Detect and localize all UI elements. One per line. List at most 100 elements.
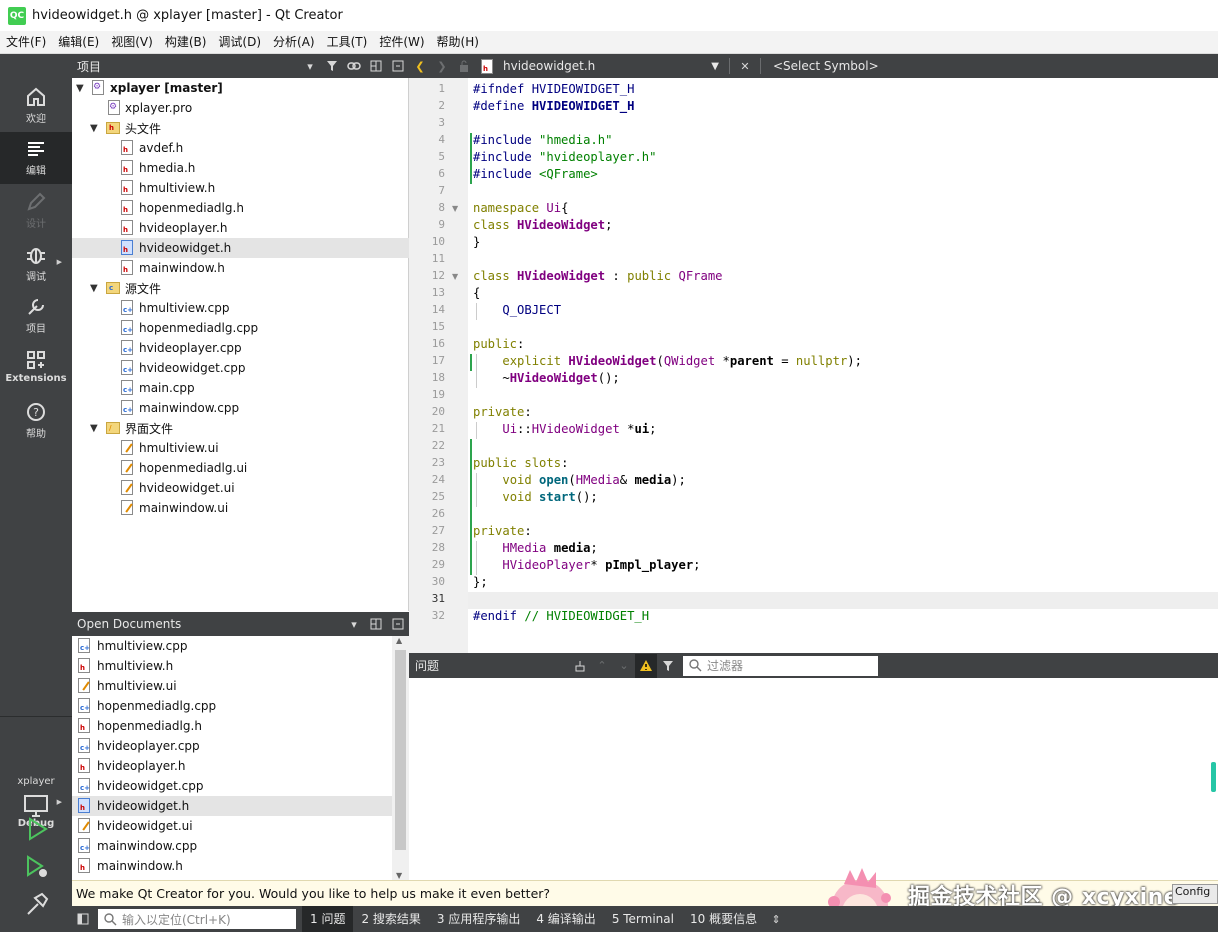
tree-item-project[interactable]: ▼ xplayer [master] [72, 78, 409, 98]
mode-design[interactable]: 设计 [0, 185, 72, 237]
tree-item-file[interactable]: h hmedia.h [72, 158, 409, 178]
project-pane-title[interactable]: 项目 [72, 58, 299, 75]
output-tab-terminal[interactable]: 5 Terminal [604, 906, 682, 932]
next-item-icon[interactable]: ⌄ [613, 654, 635, 678]
tree-item-file[interactable]: c+ mainwindow.cpp [72, 398, 409, 418]
symbol-selector[interactable]: <Select Symbol> [765, 59, 879, 73]
menu-edit[interactable]: 编辑(E) [52, 31, 105, 54]
tree-item-file[interactable]: hopenmediadlg.ui [72, 458, 409, 478]
split-icon[interactable] [365, 612, 387, 636]
filter-icon[interactable] [657, 654, 679, 678]
line-number: 12 [431, 269, 445, 282]
tree-item-file[interactable]: h hmultiview.h [72, 178, 409, 198]
lock-icon [453, 54, 475, 78]
mode-welcome[interactable]: 欢迎 [0, 80, 72, 132]
open-document-item[interactable]: h hmultiview.h [72, 656, 392, 676]
previous-item-icon[interactable]: ⌃ [591, 654, 613, 678]
open-document-item[interactable]: c+ hopenmediadlg.cpp [72, 696, 392, 716]
back-arrow-icon[interactable]: ❮ [409, 54, 431, 78]
open-document-item[interactable]: h mainwindow.h [72, 856, 392, 876]
output-tab-compile-output[interactable]: 4 编译输出 [528, 906, 603, 932]
tree-item-file[interactable]: c+ hmultiview.cpp [72, 298, 409, 318]
tree-item-file[interactable]: hvideowidget.ui [72, 478, 409, 498]
open-document-item[interactable]: c+ hmultiview.cpp [72, 636, 392, 656]
tree-item-file[interactable]: h mainwindow.h [72, 258, 409, 278]
tree-item-folder[interactable]: ▼ / 界面文件 [72, 418, 409, 438]
open-documents-title[interactable]: Open Documents [72, 617, 343, 631]
tree-item-folder[interactable]: ▼ h 头文件 [72, 118, 409, 138]
output-tab-application-output[interactable]: 3 应用程序输出 [429, 906, 528, 932]
tree-item-file[interactable]: c+ hopenmediadlg.cpp [72, 318, 409, 338]
tree-item-folder[interactable]: ▼ c 源文件 [72, 278, 409, 298]
clean-icon[interactable] [569, 654, 591, 678]
document-selector[interactable]: h hvideowidget.h ▼ [475, 54, 725, 78]
config-button[interactable]: Config [1172, 884, 1218, 904]
split-icon[interactable] [365, 54, 387, 78]
link-icon[interactable] [343, 54, 365, 78]
issues-filter-input[interactable]: 过滤器 [683, 655, 878, 676]
scrollbar-thumb[interactable] [395, 650, 406, 850]
debug-run-button[interactable] [22, 852, 52, 882]
chevron-down-icon[interactable]: ▾ [343, 612, 365, 636]
tree-item-file[interactable]: c+ main.cpp [72, 378, 409, 398]
document-label: hvideowidget.ui [97, 819, 193, 833]
mode-extensions[interactable]: Extensions [0, 343, 72, 395]
menu-debug[interactable]: 调试(D) [212, 31, 267, 54]
open-document-item[interactable]: hmultiview.ui [72, 676, 392, 696]
menu-build[interactable]: 构建(B) [159, 31, 213, 54]
expand-arrow-icon[interactable]: ▼ [90, 423, 98, 434]
tree-item-file[interactable]: c+ hvideoplayer.cpp [72, 338, 409, 358]
close-document-icon[interactable]: ✕ [734, 54, 756, 78]
scroll-up-icon[interactable]: ▲ [396, 636, 402, 645]
menu-controls[interactable]: 控件(W) [373, 31, 430, 54]
tree-item-file[interactable]: h avdef.h [72, 138, 409, 158]
scroll-down-icon[interactable]: ▼ [396, 871, 402, 880]
tree-item-file[interactable]: h hopenmediadlg.h [72, 198, 409, 218]
tree-item-file[interactable]: hmultiview.ui [72, 438, 409, 458]
mode-edit[interactable]: 编辑 [0, 132, 72, 184]
menu-help[interactable]: 帮助(H) [431, 31, 485, 54]
menu-tools[interactable]: 工具(T) [321, 31, 374, 54]
output-tab-general-messages[interactable]: 10 概要信息 [682, 906, 765, 932]
mode-projects[interactable]: 项目 [0, 290, 72, 342]
expand-arrow-icon[interactable]: ▼ [90, 283, 98, 294]
fold-marker-icon[interactable]: ▼ [452, 204, 458, 213]
menu-analyze[interactable]: 分析(A) [267, 31, 321, 54]
mode-debug[interactable]: 调试 ▶ [0, 238, 72, 290]
toolbar-divider [729, 58, 730, 74]
toggle-sidebar-icon[interactable] [72, 907, 94, 931]
open-document-item[interactable]: hvideowidget.ui [72, 816, 392, 836]
open-document-item[interactable]: c+ mainwindow.cpp [72, 836, 392, 856]
filter-icon[interactable] [321, 54, 343, 78]
more-tabs-icon[interactable]: ⇕ [765, 907, 787, 931]
open-document-item[interactable]: c+ hvideowidget.cpp [72, 776, 392, 796]
run-button[interactable] [22, 814, 52, 844]
tree-item-file[interactable]: mainwindow.ui [72, 498, 409, 518]
build-button[interactable] [22, 890, 52, 920]
open-document-item[interactable]: c+ hvideoplayer.cpp [72, 736, 392, 756]
open-document-item-selected[interactable]: h hvideowidget.h [72, 796, 392, 816]
locator-input[interactable]: 输入以定位(Ctrl+K) [98, 909, 296, 929]
tree-item-file[interactable]: h hvideoplayer.h [72, 218, 409, 238]
header-folder-icon: h [106, 122, 120, 134]
warning-filter-icon[interactable] [635, 653, 657, 678]
menu-file[interactable]: 文件(F) [0, 31, 52, 54]
tree-item-file[interactable]: xplayer.pro [72, 98, 409, 118]
expand-arrow-icon[interactable]: ▼ [90, 123, 98, 134]
output-tab-search-results[interactable]: 2 搜索结果 [353, 906, 428, 932]
open-document-item[interactable]: h hopenmediadlg.h [72, 716, 392, 736]
fold-marker-icon[interactable]: ▼ [452, 272, 458, 281]
output-tab-issues[interactable]: 1 问题 [302, 906, 354, 932]
code-token: HVideoPlayer [502, 558, 591, 572]
tree-item-file-selected[interactable]: h hvideowidget.h [72, 238, 409, 258]
close-pane-icon[interactable] [387, 612, 409, 636]
menu-view[interactable]: 视图(V) [105, 31, 159, 54]
open-document-item[interactable]: h hvideoplayer.h [72, 756, 392, 776]
chevron-down-icon[interactable]: ▾ [299, 54, 321, 78]
open-documents-scrollbar[interactable]: ▲ ▼ [392, 636, 409, 880]
mode-help[interactable]: ? 帮助 [0, 395, 72, 447]
tree-item-file[interactable]: c+ hvideowidget.cpp [72, 358, 409, 378]
forward-arrow-icon[interactable]: ❯ [431, 54, 453, 78]
close-pane-icon[interactable] [387, 54, 409, 78]
expand-arrow-icon[interactable]: ▼ [76, 83, 84, 94]
